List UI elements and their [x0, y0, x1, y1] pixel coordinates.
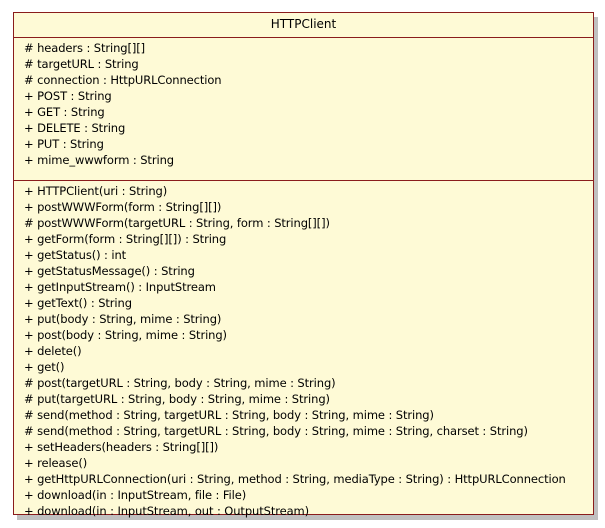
- operations-compartment: + HTTPClient(uri : String) + postWWWForm…: [14, 181, 593, 519]
- operation-item: + getHttpURLConnection(uri : String, met…: [24, 472, 566, 486]
- operation-item: + HTTPClient(uri : String): [24, 184, 168, 198]
- operation-item: # send(method : String, targetURL : Stri…: [24, 424, 528, 438]
- operation-item: + put(body : String, mime : String): [24, 312, 222, 326]
- attributes-compartment: # headers : String[][] # targetURL : Str…: [14, 38, 593, 181]
- operation-item: + getStatus() : int: [24, 248, 127, 262]
- operation-item: + delete(): [24, 344, 82, 358]
- operation-item: # send(method : String, targetURL : Stri…: [24, 408, 434, 422]
- operation-item: + getText() : String: [24, 296, 132, 310]
- operation-item: + release(): [24, 456, 88, 470]
- attribute-item: # connection : HttpURLConnection: [24, 73, 222, 87]
- operation-item: + getForm(form : String[][]) : String: [24, 232, 227, 246]
- operation-item: + download(in : InputStream, file : File…: [24, 488, 247, 502]
- class-name: HTTPClient: [14, 13, 593, 38]
- operation-item: + getInputStream() : InputStream: [24, 280, 216, 294]
- operation-item: # post(targetURL : String, body : String…: [24, 376, 336, 390]
- operation-item: + setHeaders(headers : String[][]): [24, 440, 219, 454]
- operation-item: + get(): [24, 360, 65, 374]
- attribute-item: + DELETE : String: [24, 121, 126, 135]
- operation-item: + postWWWForm(form : String[][]): [24, 200, 222, 214]
- operation-item: + getStatusMessage() : String: [24, 264, 195, 278]
- attribute-item: # headers : String[][]: [24, 41, 146, 55]
- attribute-item: # targetURL : String: [24, 57, 139, 71]
- operation-item: # postWWWForm(targetURL : String, form :…: [24, 216, 330, 230]
- operation-item: + download(in : InputStream, out : Outpu…: [24, 504, 310, 518]
- uml-class-box: HTTPClient # headers : String[][] # targ…: [13, 12, 594, 518]
- operation-item: + post(body : String, mime : String): [24, 328, 227, 342]
- attribute-item: + mime_wwwform : String: [24, 153, 174, 167]
- attribute-item: + POST : String: [24, 89, 112, 103]
- attribute-item: + PUT : String: [24, 137, 104, 151]
- operation-item: # put(targetURL : String, body : String,…: [24, 392, 330, 406]
- attribute-item: + GET : String: [24, 105, 105, 119]
